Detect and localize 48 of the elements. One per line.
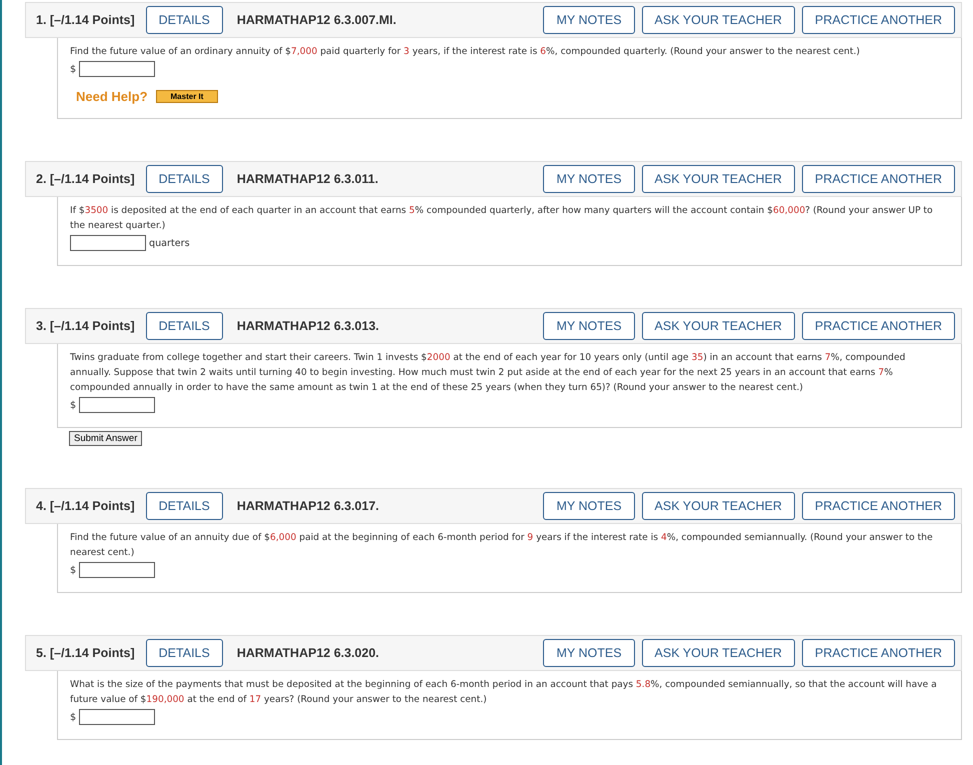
question-text: Twins graduate from college together and start their careers. Twin 1 invests $2000 at the end of each year for 10 years only (until age 35) in an account that earns 7%, compounded annually. Suppose that twin 2 waits until turning 40 to begin investing. How much must twin 2 put aside at the end of each year for the next 25 years in an account that earns 7% compounded annually in order to have the same amount as twin 1 at the end of these 25 years (when they turn 65)? (Round your answer to the nearest cent.) [70, 351, 906, 395]
question-points: 2. [–/1.14 Points] [36, 172, 135, 186]
question-code: HARMATHAP12 6.3.013. [236, 319, 380, 333]
action-button[interactable]: ASK YOUR TEACHER [642, 6, 795, 34]
question-text: What is the size of the payments that must be deposited at the beginning of each 6-month period in an account that pays 5.8%, compounded semiannually, so that the account will have a future value of $190,000 at the end of 17 years? (Round your answer to the nearest cent.) [70, 678, 938, 707]
unit-label: quarters [149, 238, 190, 248]
action-button[interactable]: MY NOTES [543, 312, 635, 340]
details-button[interactable]: DETAILS [146, 6, 223, 34]
action-button[interactable]: ASK YOUR TEACHER [642, 165, 795, 193]
question-points: 5. [–/1.14 Points] [36, 646, 135, 660]
master-it-button[interactable]: Master It [156, 90, 218, 103]
details-button[interactable]: DETAILS [146, 492, 223, 520]
unit-label: $ [70, 712, 76, 722]
question-code: HARMATHAP12 6.3.020. [236, 646, 380, 660]
action-button[interactable]: MY NOTES [543, 639, 635, 667]
details-button[interactable]: DETAILS [146, 165, 223, 193]
unit-label: $ [70, 564, 76, 576]
answer-field[interactable] [79, 397, 156, 413]
action-button[interactable]: PRACTICE ANOTHER [802, 492, 955, 520]
action-button[interactable]: PRACTICE ANOTHER [802, 6, 955, 34]
question-code: HARMATHAP12 6.3.017. [236, 499, 380, 513]
action-button[interactable]: PRACTICE ANOTHER [802, 312, 955, 340]
action-button[interactable]: MY NOTES [543, 492, 635, 520]
question-text: Find the future value of an annuity due of $6,000 paid at the beginning of each 6-month period for 9 years if the interest rate is 4%, compounded semiannually. (Round your answer to the nearest cent.) [70, 531, 934, 560]
details-button[interactable]: DETAILS [146, 639, 223, 667]
question-code: HARMATHAP12 6.3.007.MI. [236, 13, 396, 27]
action-button[interactable]: PRACTICE ANOTHER [802, 165, 955, 193]
question-code: HARMATHAP12 6.3.011. [236, 172, 378, 186]
action-button[interactable]: MY NOTES [543, 6, 635, 34]
question-text: Find the future value of an ordinary annuity of $7,000 paid quarterly for 3 years, if the interest rate is 6%, compounded quarterly. (Round your answer to the nearest cent.) [70, 45, 861, 59]
answer-field[interactable] [79, 562, 156, 578]
unit-label: $ [70, 400, 76, 410]
action-button[interactable]: ASK YOUR TEACHER [642, 492, 795, 520]
action-button[interactable]: ASK YOUR TEACHER [642, 639, 795, 667]
question-points: 4. [–/1.14 Points] [36, 499, 135, 513]
answer-field[interactable] [70, 235, 146, 251]
answer-field[interactable] [79, 61, 156, 77]
action-button[interactable]: MY NOTES [543, 165, 635, 193]
submit-answer-button[interactable]: Submit Answer [69, 431, 142, 446]
question-points: 3. [–/1.14 Points] [36, 319, 135, 333]
answer-field[interactable] [79, 709, 156, 725]
unit-label: $ [70, 64, 76, 74]
question-text: If $3500 is deposited at the end of each quarter in an account that earns 5% compounded quarterly, after how many quarters will the account contain $60,000? (Round your answer UP to the nearest quarter.) [70, 204, 934, 233]
question-points: 1. [–/1.14 Points] [36, 13, 135, 27]
action-button[interactable]: PRACTICE ANOTHER [802, 639, 955, 667]
details-button[interactable]: DETAILS [146, 312, 223, 340]
need-help-label: Need Help? [76, 89, 148, 104]
action-button[interactable]: ASK YOUR TEACHER [642, 312, 795, 340]
